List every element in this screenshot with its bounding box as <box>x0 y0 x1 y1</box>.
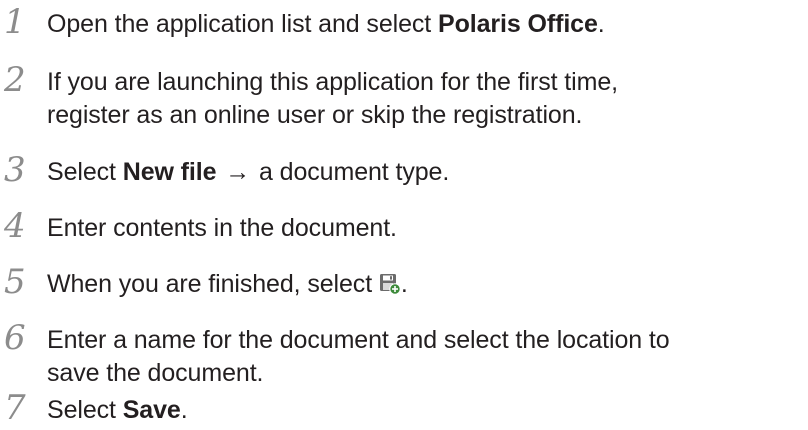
step-text: Open the application list and select Pol… <box>47 10 605 38</box>
step-number: 7 <box>4 388 26 428</box>
step-number: 4 <box>4 206 26 246</box>
instruction-steps: 1 Open the application list and select P… <box>0 0 808 430</box>
step-number: 1 <box>4 2 26 42</box>
save-as-document-icon <box>379 274 401 295</box>
menu-item-bold: New file <box>122 158 217 186</box>
step-text: Enter a name for the document and select… <box>47 326 670 387</box>
right-arrow-icon: → <box>225 158 251 186</box>
step-number: 3 <box>4 150 26 190</box>
step-text: Enter contents in the document. <box>47 214 397 242</box>
step-number: 6 <box>4 318 26 358</box>
step-text: Select New file → a document type. <box>47 156 792 189</box>
step-number: 2 <box>4 60 26 100</box>
step-text: Select Save. <box>47 396 188 424</box>
step-text: When you are finished, select . <box>47 270 408 298</box>
save-bold: Save <box>122 396 181 424</box>
step-text: If you are launching this application fo… <box>47 68 618 129</box>
step-number: 5 <box>4 262 26 302</box>
app-name-bold: Polaris Office <box>438 10 598 38</box>
